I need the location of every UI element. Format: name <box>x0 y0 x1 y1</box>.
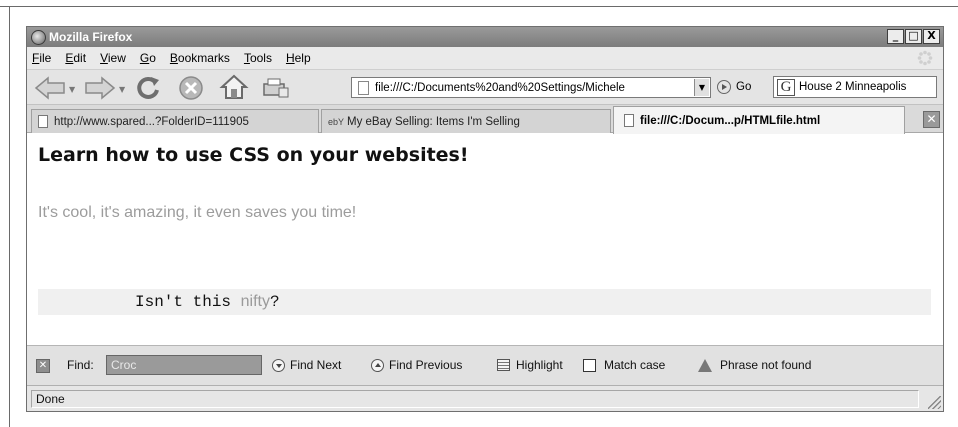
find-input[interactable]: Croc <box>106 355 262 375</box>
window-controls: _ □ X <box>887 29 940 44</box>
resize-grip-icon[interactable] <box>928 396 941 409</box>
navigation-toolbar: ▼ ▼ file:///C:/Documents%20and%20Setting… <box>27 69 943 105</box>
page-heading: Learn how to use CSS on your websites! <box>38 144 469 166</box>
menu-help[interactable]: Help <box>286 51 311 65</box>
home-icon[interactable] <box>219 73 249 101</box>
tab-spared[interactable]: http://www.spared...?FolderID=111905 <box>31 109 319 133</box>
checkbox-icon[interactable] <box>583 358 596 372</box>
warning-icon <box>698 358 712 372</box>
tab-label: http://www.spared...?FolderID=111905 <box>54 115 249 128</box>
code-block: Isn't this nifty? <box>38 289 931 315</box>
find-next-icon <box>272 358 285 372</box>
menu-go[interactable]: Go <box>140 51 156 65</box>
menu-tools[interactable]: Tools <box>244 51 272 65</box>
page-content: Learn how to use CSS on your websites! I… <box>27 133 943 345</box>
maximize-button[interactable]: □ <box>905 29 922 44</box>
menu-view[interactable]: View <box>100 51 126 65</box>
menu-bar: File Edit View Go Bookmarks Tools Help <box>27 47 943 69</box>
find-next-button[interactable]: Find Next <box>272 358 341 372</box>
highlight-button[interactable]: Highlight <box>497 358 563 372</box>
address-dropdown-icon[interactable]: ▼ <box>694 79 709 96</box>
google-search-engine-icon[interactable]: G <box>777 78 795 96</box>
go-button[interactable]: Go <box>717 80 751 94</box>
tab-htmlfile[interactable]: file:///C:/Docum...p/HTMLfile.html <box>613 106 905 134</box>
close-find-bar-button[interactable]: ✕ <box>36 359 50 373</box>
throbber-icon <box>917 50 933 66</box>
title-bar[interactable]: Mozilla Firefox _ □ X <box>27 27 943 47</box>
tab-label: file:///C:/Docum...p/HTMLfile.html <box>640 114 821 127</box>
status-bar: Done <box>27 385 943 411</box>
find-status: Phrase not found <box>698 358 811 372</box>
menu-bookmarks[interactable]: Bookmarks <box>170 51 230 65</box>
back-dropdown-icon[interactable]: ▼ <box>69 85 75 94</box>
forward-dropdown-icon[interactable]: ▼ <box>119 85 125 94</box>
find-previous-button[interactable]: Find Previous <box>371 358 462 372</box>
reload-icon[interactable] <box>135 74 163 102</box>
address-input[interactable]: file:///C:/Documents%20and%20Settings/Mi… <box>375 82 694 94</box>
nifty-word: nifty <box>240 293 270 310</box>
go-arrow-icon <box>717 80 731 94</box>
find-label: Find: <box>67 358 94 372</box>
page-icon <box>38 115 48 128</box>
page-icon <box>358 80 369 95</box>
page-icon <box>624 114 634 127</box>
tab-strip: http://www.spared...?FolderID=111905 ebY… <box>27 105 943 134</box>
menu-edit[interactable]: Edit <box>65 51 86 65</box>
frame-left-line <box>9 6 10 427</box>
search-bar[interactable]: G House 2 Minneapolis <box>773 76 937 98</box>
window-title: Mozilla Firefox <box>49 30 133 44</box>
stop-icon[interactable] <box>177 74 205 102</box>
tab-label: My eBay Selling: Items I'm Selling <box>347 115 520 128</box>
back-arrow-icon[interactable] <box>33 75 67 101</box>
close-tab-button[interactable]: ✕ <box>923 111 940 128</box>
firefox-icon <box>31 29 46 45</box>
minimize-button[interactable]: _ <box>887 29 904 44</box>
forward-arrow-icon[interactable] <box>83 75 117 101</box>
ebay-icon: ebY <box>328 116 345 127</box>
code-line: Isn't this nifty? <box>135 293 280 311</box>
frame-top-line <box>0 6 958 7</box>
browser-window: Mozilla Firefox _ □ X File Edit View Go … <box>26 26 944 412</box>
page-subtext: It's cool, it's amazing, it even saves y… <box>38 204 357 221</box>
tab-ebay[interactable]: ebY My eBay Selling: Items I'm Selling <box>321 109 611 133</box>
find-previous-icon <box>371 358 384 372</box>
highlight-icon <box>497 359 510 371</box>
address-bar[interactable]: file:///C:/Documents%20and%20Settings/Mi… <box>351 77 711 98</box>
match-case-checkbox[interactable]: Match case <box>583 358 665 372</box>
go-label: Go <box>736 81 752 93</box>
find-bar: ✕ Find: Croc Find Next Find Previous Hig… <box>27 345 943 385</box>
menu-file[interactable]: File <box>32 51 51 65</box>
search-input[interactable]: House 2 Minneapolis <box>799 81 906 93</box>
close-button[interactable]: X <box>923 29 940 44</box>
status-text: Done <box>31 390 919 408</box>
print-preview-icon[interactable] <box>261 76 291 100</box>
